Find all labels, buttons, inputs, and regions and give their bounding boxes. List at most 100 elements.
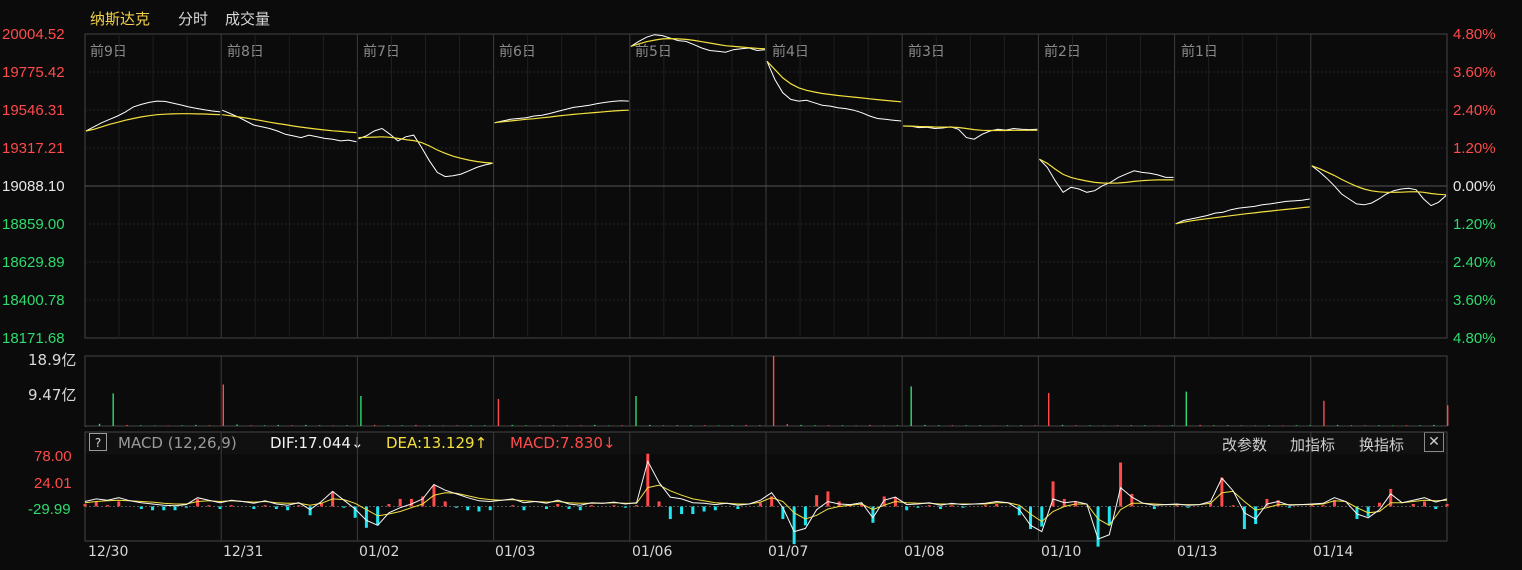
volume-bar: [484, 425, 486, 426]
volume-bar: [181, 425, 183, 426]
volume-bar: [882, 425, 885, 427]
volume-bar: [1034, 425, 1036, 426]
volume-bar: [786, 424, 788, 426]
volume-bar: [635, 396, 637, 426]
volume-bar: [924, 424, 926, 426]
volume-bar: [1405, 425, 1408, 426]
volume-bar: [896, 425, 899, 426]
volume-bar: [1295, 425, 1298, 426]
volume-bar: [140, 425, 142, 426]
volume-bar: [1020, 425, 1022, 426]
volume-bar: [222, 384, 224, 426]
volume-bar: [1103, 425, 1105, 427]
volume-bar: [85, 426, 87, 427]
volume-bar: [690, 425, 692, 426]
volume-bar: [1006, 425, 1009, 426]
volume-bar: [1323, 400, 1325, 426]
volume-bar: [318, 425, 321, 426]
volume-bar: [195, 424, 197, 426]
volume-bar: [1226, 425, 1229, 426]
volume-bar: [1199, 424, 1201, 426]
volume-bar: [387, 425, 390, 426]
volume-bar: [1130, 425, 1132, 426]
average-line: [1311, 165, 1447, 196]
volume-bar: [497, 399, 500, 426]
volume-bar: [428, 425, 431, 426]
volume-bar: [1048, 393, 1050, 426]
volume-bar: [1240, 425, 1242, 426]
volume-bar: [456, 425, 458, 426]
volume-bar: [1089, 425, 1091, 426]
volume-bar: [1075, 425, 1077, 426]
volume-bar: [1336, 424, 1339, 426]
volume-bar: [855, 425, 857, 427]
volume-bar: [1144, 425, 1146, 426]
volume-bar: [566, 425, 568, 427]
volume-bar: [869, 424, 871, 426]
volume-bar: [1116, 425, 1119, 426]
volume-bar: [153, 425, 156, 427]
volume-bar: [277, 424, 279, 426]
volume-bar: [731, 425, 733, 426]
volume-bar: [511, 424, 513, 426]
volume-bar: [938, 425, 940, 426]
volume-bar: [126, 424, 128, 426]
volume-bar: [1268, 425, 1270, 426]
volume-bar: [167, 425, 169, 427]
volume-bar: [236, 424, 238, 426]
volume-bar: [305, 424, 307, 426]
volume-bar: [250, 425, 252, 426]
chart-canvas: [83, 33, 1449, 547]
volume-bar: [827, 425, 830, 426]
volume-bar: [1213, 425, 1215, 426]
volume-bar: [1158, 425, 1160, 427]
volume-bar: [1350, 425, 1353, 426]
volume-bar: [745, 424, 747, 426]
volume-bar: [470, 425, 472, 426]
volume-bar: [772, 356, 775, 426]
volume-bar: [993, 425, 995, 427]
volume-bar: [580, 425, 582, 426]
volume-bar: [1171, 425, 1174, 426]
volume-bar: [1419, 425, 1421, 426]
volume-bar: [594, 424, 596, 426]
volume-bar: [1447, 405, 1449, 426]
volume-bar: [759, 425, 761, 426]
volume-bar: [1378, 425, 1380, 426]
volume-bar: [291, 425, 293, 426]
volume-bar: [401, 425, 403, 426]
volume-bar: [662, 425, 665, 426]
volume-bar: [717, 425, 720, 427]
volume-bar: [841, 425, 844, 426]
volume-bar: [979, 425, 981, 426]
volume-bar: [951, 425, 954, 426]
volume-bar: [704, 425, 706, 426]
volume-bar: [1364, 425, 1366, 426]
volume-bar: [525, 425, 527, 426]
volume-bar: [112, 393, 114, 426]
volume-bar: [208, 425, 211, 426]
volume-bar: [910, 386, 912, 426]
volume-bar: [332, 425, 334, 427]
volume-bar: [539, 425, 541, 426]
volume-bar: [1061, 424, 1064, 426]
volume-bar: [607, 425, 610, 427]
volume-bar: [621, 425, 623, 426]
volume-bar: [1309, 425, 1311, 426]
volume-bar: [1185, 391, 1187, 426]
volume-bar: [415, 424, 417, 426]
volume-bar: [263, 425, 266, 426]
volume-bar: [98, 423, 101, 426]
volume-bar: [965, 425, 967, 426]
volume-bar: [442, 425, 445, 427]
volume-bar: [1392, 425, 1394, 427]
volume-bar: [1433, 424, 1435, 426]
volume-bar: [800, 424, 802, 426]
volume-bar: [1254, 425, 1256, 427]
volume-bar: [1281, 425, 1284, 427]
volume-bar: [552, 425, 555, 426]
volume-bar: [676, 425, 678, 426]
volume-bar: [360, 396, 362, 426]
volume-bar: [346, 425, 348, 426]
volume-bar: [649, 424, 651, 426]
